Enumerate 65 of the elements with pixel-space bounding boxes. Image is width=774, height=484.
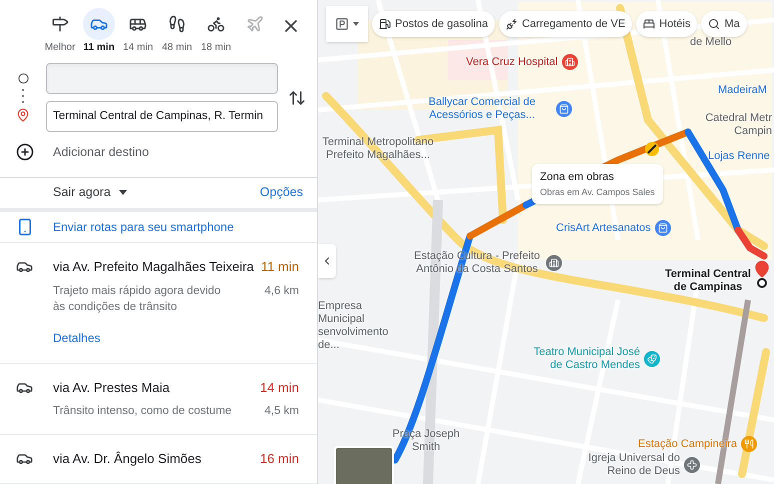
- origin-field[interactable]: [46, 63, 278, 94]
- map-place-label: Estação Campineira: [638, 438, 738, 450]
- travel-mode-tab[interactable]: Melhor: [41, 8, 79, 55]
- route-option[interactable]: via Av. Prefeito Magalhães Teixeira 11 min Trajeto mais rápido agora devido às condições de trânsito 4,6 km Detalhes: [0, 243, 317, 364]
- layers-button[interactable]: [326, 6, 368, 42]
- bike-icon: [207, 15, 225, 33]
- travel-mode-tab[interactable]: 48 min: [158, 8, 196, 55]
- route-time: 14 min: [260, 378, 299, 397]
- map-place-label: Terminal Central de Campinas: [664, 268, 752, 294]
- chip-icon: [379, 18, 391, 30]
- map-place-label: Catedral Metr Campin: [704, 112, 772, 138]
- route-time: 11 min: [260, 258, 299, 276]
- map-place-label: Lojas Renne: [708, 150, 770, 163]
- parking-icon: [335, 17, 349, 31]
- map-place-label: Igreja Universal do Reino de Deus: [587, 452, 680, 478]
- details-link[interactable]: Detalhes: [53, 328, 299, 347]
- place-icon: [546, 255, 562, 271]
- swap-icon: [288, 88, 306, 106]
- route-time: 16 min: [260, 450, 299, 468]
- route-distance: 4,5 km: [264, 404, 299, 420]
- origin-icon: [18, 73, 28, 84]
- callout-subtitle: Obras em Av. Campos Sales: [540, 186, 655, 199]
- place-icon: [644, 351, 660, 367]
- callout-title: Zona em obras: [540, 170, 615, 185]
- map-place-label: MadeiraM: [718, 84, 767, 97]
- place-icon: [684, 457, 700, 473]
- map-place-label: Vera Cruz Hospital: [466, 56, 558, 68]
- chip-icon: [506, 18, 518, 30]
- route-description: Trânsito intenso, como de costume: [53, 404, 233, 420]
- map-place-label: Teatro Municipal José de Castro Mendes: [532, 346, 640, 372]
- best-icon: [51, 15, 69, 33]
- destination-pin-icon: [753, 260, 771, 288]
- map-filter-chip[interactable]: Postos de gasolina: [372, 11, 495, 37]
- send-to-phone-link[interactable]: Enviar rotas para seu smartphone: [53, 218, 234, 236]
- caret-icon: [118, 190, 127, 196]
- map-filter-chip[interactable]: Carregamento de VE: [498, 11, 632, 37]
- add-icon: [16, 143, 34, 162]
- map-filter-chip[interactable]: Ma: [701, 11, 747, 37]
- caret-icon: [353, 22, 359, 26]
- route-distance: 4,6 km: [264, 284, 299, 299]
- chip-icon: [708, 18, 720, 30]
- destination-field[interactable]: Terminal Central de Campinas, R. Termin: [46, 101, 278, 132]
- route-option[interactable]: via Av. Prestes Maia 14 min Trânsito intenso, como de costume 4,5 km: [0, 364, 317, 436]
- route-option[interactable]: via Av. Dr. Ângelo Simões 16 min: [0, 435, 317, 484]
- map-place-label: Ballycar Comercial de Acessórios e Peças...: [428, 96, 536, 122]
- destination-pin-icon: [16, 108, 30, 122]
- map-place-label: CrisArt Artesanatos: [556, 222, 651, 234]
- route-name: via Av. Prestes Maia: [53, 378, 170, 397]
- travel-mode-tab[interactable]: 14 min: [119, 8, 157, 55]
- satellite-thumbnail[interactable]: [334, 446, 394, 484]
- walk-icon: [168, 15, 186, 33]
- depart-time-dropdown[interactable]: Sair agora: [53, 183, 127, 202]
- map-place-label: Empresa Municipal senvolvimento de...: [318, 300, 390, 352]
- add-destination-button[interactable]: Adicionar destino: [53, 143, 149, 162]
- route-description: Trajeto mais rápido agora devido às condições de trânsito: [53, 284, 222, 315]
- map-place-label: de Mello: [690, 36, 732, 49]
- flight-icon: [246, 15, 264, 33]
- map-filter-chip[interactable]: Hotéis: [636, 11, 698, 37]
- route-name: via Av. Dr. Ângelo Simões: [53, 450, 202, 468]
- route-name: via Av. Prefeito Magalhães Teixeira: [53, 258, 254, 276]
- travel-mode-tab[interactable]: 18 min: [197, 8, 235, 55]
- place-icon: [741, 436, 758, 452]
- chip-icon: [643, 18, 656, 30]
- construction-icon: [645, 142, 659, 156]
- options-link[interactable]: Opções: [260, 183, 303, 202]
